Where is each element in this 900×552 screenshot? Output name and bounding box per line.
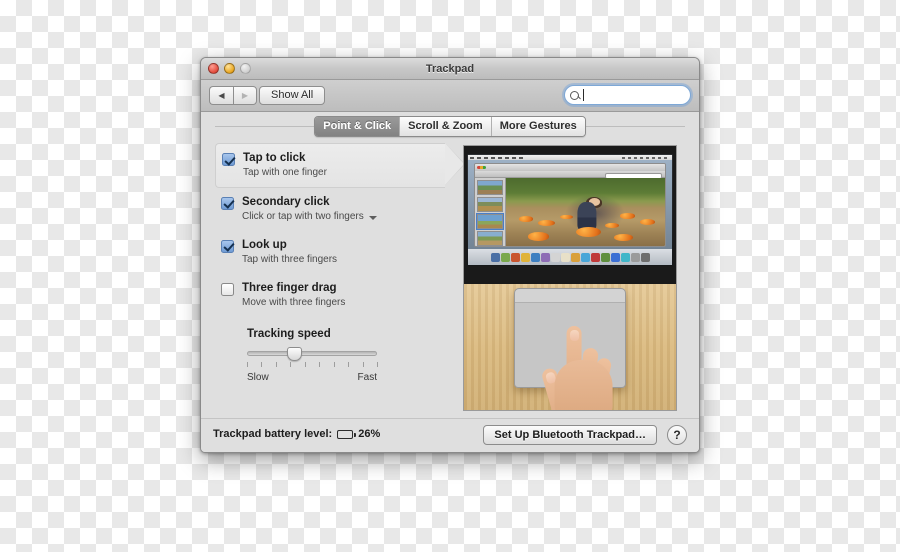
- tab-more-gestures[interactable]: More Gestures: [491, 117, 585, 136]
- slider-tick: [247, 362, 248, 367]
- window-toolbar: ◀ ▶ Show All: [201, 80, 699, 112]
- slider-tick: [333, 362, 335, 367]
- gesture-preview-video[interactable]: [463, 145, 677, 411]
- hand-illustration: [537, 322, 625, 410]
- slider-tick: [348, 362, 350, 367]
- trackpad-preferences-window: Trackpad ◀ ▶ Show All Point & Click Scro…: [200, 57, 700, 453]
- option-title: Three finger drag: [242, 281, 337, 294]
- set-up-bluetooth-trackpad-button[interactable]: Set Up Bluetooth Trackpad…: [483, 425, 657, 445]
- option-tap-to-click[interactable]: Tap to click Tap with one finger: [215, 143, 465, 188]
- window-bottom-bar: Trackpad battery level: 26% Set Up Bluet…: [201, 418, 699, 452]
- photo-thumbnail: [477, 197, 503, 212]
- option-subtitle: Move with three fingers: [242, 297, 345, 310]
- zoom-button: [240, 63, 251, 74]
- palm: [554, 360, 613, 410]
- option-three-finger-drag[interactable]: Three finger drag Move with three finger…: [215, 274, 463, 317]
- battery-status: Trackpad battery level: 26%: [213, 428, 380, 440]
- photo-app-titlebar: [475, 164, 665, 171]
- gesture-options-list: Tap to click Tap with one finger Seconda…: [215, 143, 465, 317]
- slider-tick: [290, 362, 292, 367]
- tab-scroll-and-zoom[interactable]: Scroll & Zoom: [400, 117, 492, 136]
- minimize-button[interactable]: [224, 63, 235, 74]
- slider-max-label: Fast: [357, 372, 377, 383]
- preview-trackpad-scene: [464, 284, 676, 410]
- option-title: Secondary click: [242, 195, 330, 208]
- slider-tick: [319, 362, 321, 367]
- tab-point-and-click[interactable]: Point & Click: [315, 117, 401, 136]
- option-subtitle-text: Tap with one finger: [243, 167, 327, 179]
- mac-menubar: [468, 155, 672, 160]
- battery-percent: 26%: [358, 428, 381, 440]
- photo-thumbnail-sidebar: [475, 178, 506, 246]
- option-subtitle: Click or tap with two fingers: [242, 211, 377, 224]
- close-button[interactable]: [208, 63, 219, 74]
- window-titlebar: Trackpad: [201, 58, 699, 80]
- slider-end-labels: Slow Fast: [247, 372, 377, 383]
- show-all-button[interactable]: Show All: [259, 86, 326, 105]
- tracking-speed-control: Tracking speed Slow Fast: [247, 328, 378, 383]
- traffic-lights: [208, 63, 251, 74]
- photo-thumbnail: [477, 180, 503, 195]
- battery-label: Trackpad battery level:: [213, 428, 333, 440]
- slider-min-label: Slow: [247, 372, 269, 383]
- option-look-up[interactable]: Look up Tap with three fingers: [215, 231, 463, 274]
- slider-tick: [362, 362, 364, 367]
- mac-dock: [468, 249, 672, 265]
- slider-tick: [377, 362, 378, 367]
- slider-tick: [261, 362, 263, 367]
- photo-thumbnail: [477, 231, 503, 246]
- slider-track: [247, 351, 377, 356]
- checkbox-secondary-click[interactable]: [221, 196, 234, 210]
- search-input[interactable]: [564, 85, 691, 105]
- pumpkin-patch-photo: [506, 178, 665, 246]
- forward-button[interactable]: ▶: [233, 86, 257, 105]
- chevron-down-icon[interactable]: [368, 215, 377, 220]
- window-title: Trackpad: [425, 63, 475, 75]
- option-title: Look up: [242, 238, 287, 251]
- back-button[interactable]: ◀: [209, 86, 233, 105]
- preview-mac-display: [464, 146, 676, 284]
- option-subtitle: Tap with three fingers: [242, 254, 337, 267]
- navigation-buttons: ◀ ▶: [209, 86, 257, 105]
- slider-thumb[interactable]: [286, 347, 302, 361]
- tab-bar: Point & Click Scroll & Zoom More Gesture…: [201, 112, 699, 141]
- slider-tick-marks: [247, 362, 378, 371]
- battery-icon: [337, 429, 356, 439]
- photo-app-window: [474, 163, 666, 247]
- tracking-speed-label: Tracking speed: [247, 328, 331, 340]
- help-button[interactable]: ?: [667, 425, 687, 445]
- photo-app-toolbar: [475, 171, 665, 179]
- checkbox-look-up[interactable]: [221, 239, 234, 253]
- option-subtitle-text: Tap with three fingers: [242, 254, 338, 266]
- option-subtitle-text: Move with three fingers: [242, 297, 346, 308]
- slider-tick: [275, 362, 277, 367]
- photo-thumbnail: [476, 213, 504, 230]
- checkbox-three-finger-drag[interactable]: [221, 282, 234, 296]
- checkbox-tap-to-click[interactable]: [222, 153, 235, 166]
- preferences-content: Tap to click Tap with one finger Seconda…: [201, 141, 699, 418]
- fingernail: [569, 330, 579, 341]
- option-secondary-click[interactable]: Secondary click Click or tap with two fi…: [215, 188, 463, 231]
- photo-subject-body: [576, 202, 596, 230]
- tracking-speed-slider[interactable]: [247, 347, 377, 361]
- option-subtitle: Tap with one finger: [243, 167, 327, 180]
- slider-tick: [304, 362, 306, 367]
- display-bezel: [467, 154, 673, 266]
- option-title: Tap to click: [243, 152, 306, 164]
- text-caret: [583, 89, 584, 101]
- option-subtitle-text: Click or tap with two fingers: [242, 211, 364, 223]
- search-icon: [570, 90, 579, 100]
- mac-screen: [468, 155, 672, 265]
